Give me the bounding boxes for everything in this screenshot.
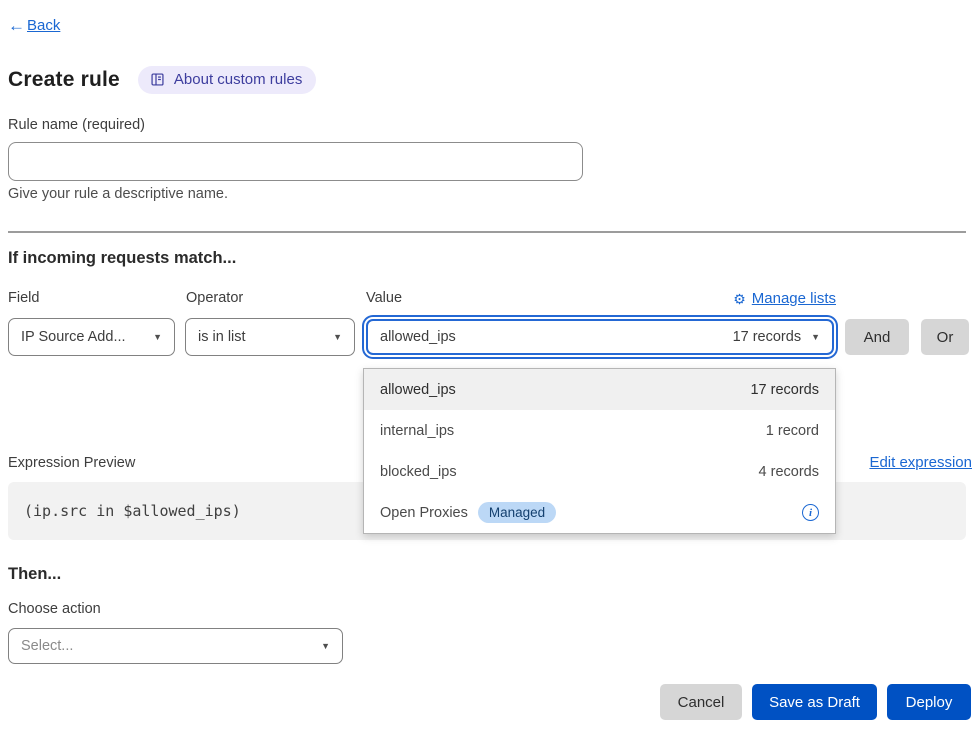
manage-lists-link[interactable]: ⚙ Manage lists (733, 290, 836, 307)
value-select-record-count: 17 records (733, 329, 802, 345)
chevron-down-icon: ▼ (153, 333, 162, 342)
field-column-label: Field (8, 290, 39, 306)
about-custom-rules-link[interactable]: About custom rules (138, 66, 316, 94)
operator-select-value: is in list (198, 329, 323, 345)
field-select-value: IP Source Add... (21, 329, 143, 345)
value-select[interactable]: allowed_ips 17 records ▼ (366, 319, 834, 355)
list-item-open-proxies[interactable]: Open Proxies Managed i (364, 492, 835, 533)
list-item-allowed-ips[interactable]: allowed_ips 17 records (364, 369, 835, 410)
operator-select[interactable]: is in list ▼ (185, 318, 355, 356)
then-section-heading: Then... (8, 565, 61, 584)
and-button[interactable]: And (845, 319, 909, 355)
page-title: Create rule (8, 68, 120, 92)
action-select[interactable]: Select... ▼ (8, 628, 343, 664)
rule-name-input[interactable] (8, 142, 583, 181)
save-as-draft-button[interactable]: Save as Draft (752, 684, 877, 720)
operator-column-label: Operator (186, 290, 243, 306)
expression-code: (ip.src in $allowed_ips) (24, 502, 241, 520)
about-pill-label: About custom rules (174, 71, 302, 88)
value-select-value: allowed_ips (380, 329, 721, 345)
rule-name-helper: Give your rule a descriptive name. (8, 186, 228, 202)
or-button[interactable]: Or (921, 319, 969, 355)
list-item-records: 4 records (759, 464, 819, 480)
list-item-name: internal_ips (380, 423, 766, 439)
edit-expression-link[interactable]: Edit expression (869, 454, 972, 471)
title-row: Create rule About custom rules (8, 66, 316, 94)
match-section-heading: If incoming requests match... (8, 249, 236, 268)
value-dropdown-listbox: allowed_ips 17 records internal_ips 1 re… (363, 368, 836, 534)
gear-icon: ⚙ (733, 292, 746, 306)
managed-badge: Managed (478, 502, 556, 523)
action-select-placeholder: Select... (21, 638, 311, 654)
chevron-down-icon: ▼ (811, 333, 820, 342)
chevron-down-icon: ▼ (321, 642, 330, 651)
list-item-blocked-ips[interactable]: blocked_ips 4 records (364, 451, 835, 492)
book-icon (150, 72, 165, 87)
manage-lists-label: Manage lists (752, 290, 836, 307)
list-item-name: blocked_ips (380, 464, 759, 480)
field-select[interactable]: IP Source Add... ▼ (8, 318, 175, 356)
rule-name-label: Rule name (required) (8, 117, 145, 133)
back-arrow-icon: ← (8, 17, 25, 34)
info-icon[interactable]: i (802, 504, 819, 521)
section-divider (8, 231, 966, 233)
cancel-button[interactable]: Cancel (660, 684, 742, 720)
list-item-name: Open Proxies (380, 505, 468, 521)
back-link[interactable]: ← Back (8, 17, 60, 34)
value-column-label: Value (366, 290, 402, 306)
list-item-name: allowed_ips (380, 382, 750, 398)
list-item-internal-ips[interactable]: internal_ips 1 record (364, 410, 835, 451)
list-item-records: 1 record (766, 423, 819, 439)
choose-action-label: Choose action (8, 601, 101, 617)
back-label: Back (27, 17, 60, 34)
chevron-down-icon: ▼ (333, 333, 342, 342)
list-item-records: 17 records (750, 382, 819, 398)
deploy-button[interactable]: Deploy (887, 684, 971, 720)
expression-preview-label: Expression Preview (8, 455, 135, 471)
